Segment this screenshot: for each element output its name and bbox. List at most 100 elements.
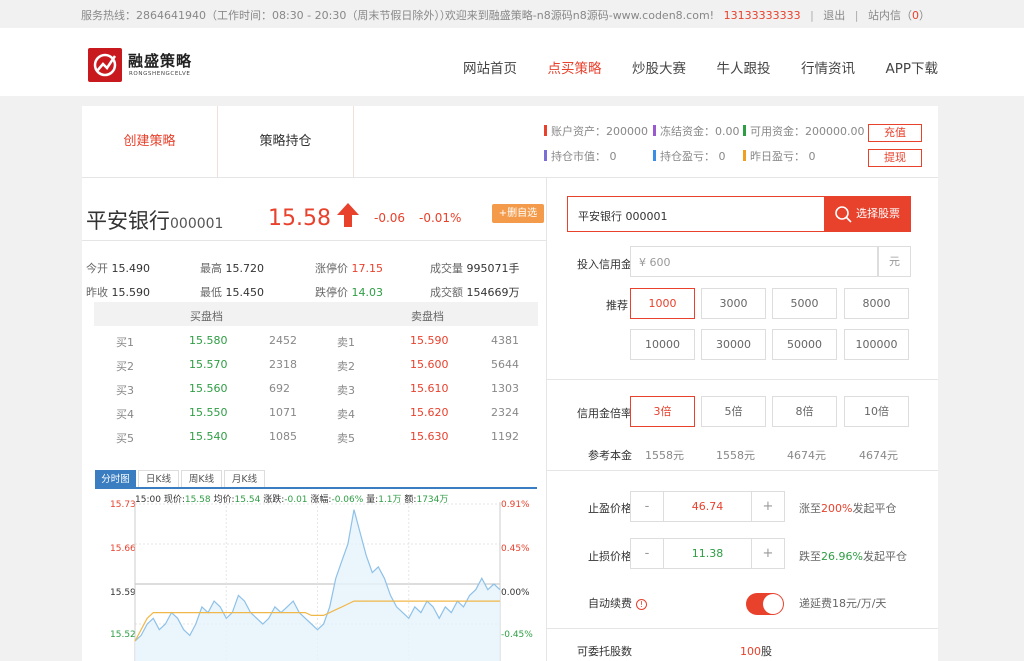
quote-value: 15.490	[111, 262, 151, 275]
quote-limit-down: 跌停价 14.03	[315, 284, 383, 300]
nav-follow[interactable]: 牛人跟投	[716, 57, 770, 77]
tab-daily-k[interactable]: 日K线	[138, 470, 179, 488]
frozen-funds: 冻结资金：0.00	[653, 123, 740, 139]
hint-text: 发起平仓	[852, 502, 897, 515]
nav-contest[interactable]: 炒股大赛	[632, 57, 686, 77]
available-funds-text: 可用资金：200000.00	[750, 125, 865, 138]
recommend-option[interactable]: 100000	[844, 329, 909, 360]
ref-principal-label: 参考本金	[588, 449, 632, 462]
recommend-option[interactable]: 3000	[701, 288, 766, 319]
multiple-option[interactable]: 8倍	[772, 396, 837, 427]
recommend-option[interactable]: 10000	[630, 329, 695, 360]
entrust-value: 100股	[740, 643, 772, 659]
nav-strategy[interactable]: 点买策略	[547, 57, 601, 77]
withdraw-button[interactable]: 提现	[868, 149, 922, 167]
main-nav: 网站首页 点买策略 炒股大赛 牛人跟投 行情资讯 APP下载	[436, 57, 938, 77]
quote-amount: 成交额 154669万	[430, 284, 520, 300]
stop-profit-minus[interactable]: -	[630, 491, 664, 522]
quote-open: 今开 15.490	[86, 260, 150, 276]
recommend-label: 推荐	[606, 299, 628, 312]
auto-renew-label: 自动续费!	[588, 595, 647, 611]
multiple-option[interactable]: 10倍	[844, 396, 909, 427]
favorite-button[interactable]: +删自选	[492, 204, 544, 223]
stock-price: 15.58	[268, 206, 331, 231]
stop-profit-hint: 涨至200%发起平仓	[799, 500, 896, 516]
credit-input[interactable]: ¥ 600	[630, 246, 878, 277]
buy-price: 15.560	[189, 382, 228, 395]
hint-value: 200%	[821, 502, 853, 515]
nav-app[interactable]: APP下载	[885, 57, 938, 77]
recharge-button[interactable]: 充值	[868, 124, 922, 142]
recommend-option[interactable]: 5000	[772, 288, 837, 319]
stop-loss-minus[interactable]: -	[630, 538, 664, 569]
select-stock-button[interactable]: 选择股票	[824, 197, 910, 231]
sell-volume: 1192	[491, 430, 519, 443]
buy-level: 买3	[116, 384, 134, 397]
buy-header: 买盘档	[190, 310, 223, 323]
toggle-knob	[763, 594, 783, 614]
recommend-option[interactable]: 1000	[630, 288, 695, 319]
recommend-option[interactable]: 50000	[772, 329, 837, 360]
tab-create-strategy[interactable]: 创建策略	[82, 106, 218, 177]
stop-loss-input[interactable]: 11.38	[664, 538, 751, 569]
frozen-funds-text: 冻结资金：0.00	[660, 125, 740, 138]
tab-intraday[interactable]: 分时图	[95, 470, 136, 488]
marker-icon	[544, 125, 547, 136]
sell-price: 15.610	[410, 382, 449, 395]
stop-loss-label: 止损价格	[588, 550, 632, 563]
stock-search-input[interactable]: 平安银行 000001	[578, 208, 668, 224]
info-icon[interactable]: !	[636, 599, 647, 610]
sell-level: 卖3	[337, 384, 355, 397]
inbox-link[interactable]: 站内信（0）	[868, 9, 930, 22]
tab-strategy-holdings[interactable]: 策略持仓	[218, 106, 354, 177]
tab-weekly-k[interactable]: 周K线	[181, 470, 222, 488]
quote-high: 最高 15.720	[200, 260, 264, 276]
stock-search[interactable]: 平安银行 000001 选择股票	[567, 196, 911, 232]
account-assets-text: 账户资产：200000	[551, 125, 648, 138]
site-logo[interactable]: 融盛策略 RONGSHENGCELVE	[88, 48, 198, 82]
orderbook-row: 买2 15.570 2318 卖2 15.600 5644	[94, 352, 538, 376]
logout-link[interactable]: 退出	[823, 9, 845, 22]
buy-level: 买2	[116, 360, 134, 373]
auto-renew-toggle[interactable]	[746, 593, 784, 615]
divider: |	[810, 9, 814, 22]
hotline-text: 服务热线：2864641940（工作时间：08:30 - 20:30（周末节假日…	[81, 9, 451, 22]
multiple-option[interactable]: 3倍	[630, 396, 695, 427]
price-area	[135, 509, 500, 661]
quote-label: 跌停价	[315, 286, 348, 299]
tab-monthly-k[interactable]: 月K线	[224, 470, 265, 488]
ref-principal-value: 1558元	[716, 449, 755, 462]
nav-home[interactable]: 网站首页	[463, 57, 517, 77]
search-icon	[835, 206, 852, 223]
orderbook-header: 买盘档 卖盘档	[94, 302, 538, 326]
divider	[547, 470, 938, 471]
recommend-option[interactable]: 8000	[844, 288, 909, 319]
available-funds: 可用资金：200000.00	[743, 123, 865, 139]
site-header: 融盛策略 RONGSHENGCELVE 网站首页 点买策略 炒股大赛 牛人跟投 …	[0, 28, 1024, 96]
auto-renew-text: 自动续费	[588, 597, 632, 610]
multiple-option[interactable]: 5倍	[701, 396, 766, 427]
marker-icon	[743, 150, 746, 161]
recommend-option[interactable]: 30000	[701, 329, 766, 360]
credit-label: 投入信用金	[577, 258, 632, 271]
chart-tab-underline	[95, 487, 537, 489]
sell-price: 15.590	[410, 334, 449, 347]
hint-text: 发起平仓	[862, 550, 907, 563]
quote-value: 14.03	[351, 286, 384, 299]
inbox-close: ）	[919, 9, 930, 22]
stop-profit-input[interactable]: 46.74	[664, 491, 751, 522]
buy-volume: 2318	[269, 358, 297, 371]
stop-profit-plus[interactable]: +	[751, 491, 785, 522]
divider	[547, 379, 938, 380]
buy-volume: 1071	[269, 406, 297, 419]
welcome-text: 欢迎来到融盛策略-n8源码n8源码-www.coden8.com!	[444, 9, 715, 22]
select-stock-label: 选择股票	[856, 207, 900, 220]
logo-mark-icon	[88, 48, 122, 82]
sell-volume: 1303	[491, 382, 519, 395]
marker-icon	[743, 125, 746, 136]
multiple-label: 信用金倍率	[577, 407, 632, 420]
nav-news[interactable]: 行情资讯	[801, 57, 855, 77]
stop-loss-plus[interactable]: +	[751, 538, 785, 569]
user-phone-link[interactable]: 13133333333	[724, 9, 801, 22]
position-value-text: 持仓市值： 0	[551, 150, 617, 163]
